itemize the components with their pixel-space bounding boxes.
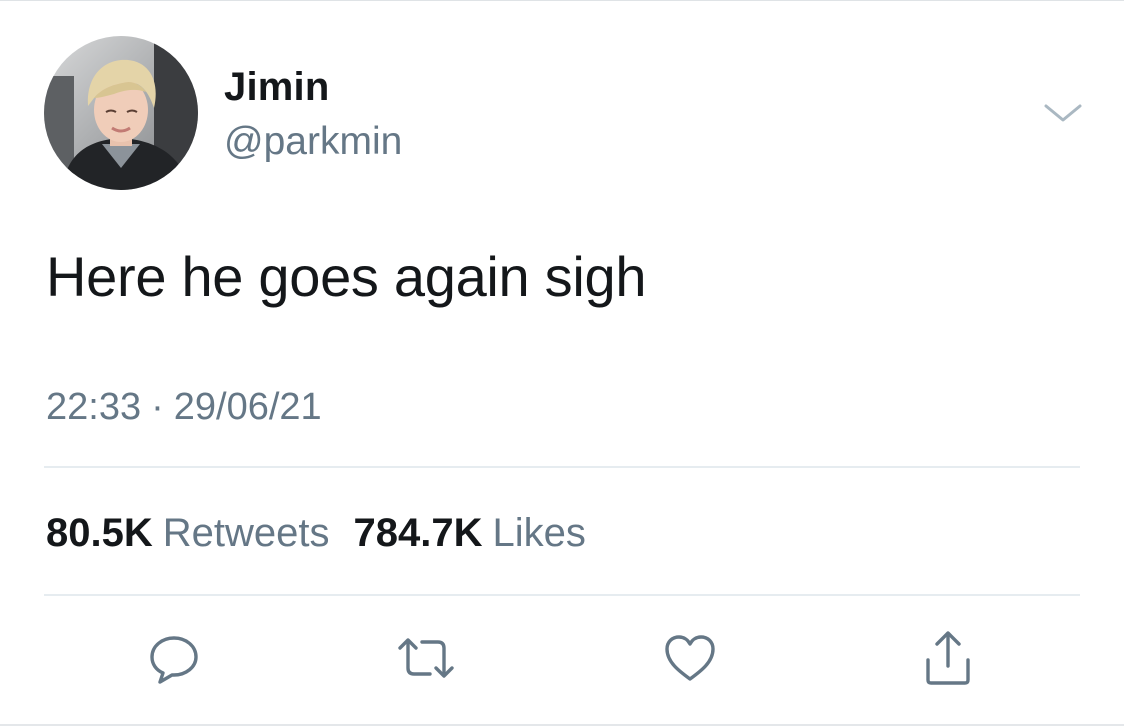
retweet-icon [396,630,456,691]
author-name[interactable]: Jimin [224,64,329,110]
likes-label: Likes [492,511,586,555]
retweet-button[interactable] [394,628,458,692]
avatar[interactable] [44,36,198,190]
reply-button[interactable] [142,628,206,692]
likes-stat[interactable]: 784.7K Likes [354,511,586,555]
tweet-card: Jimin @parkmin Here he goes again sigh 2… [0,0,1124,728]
share-icon [920,628,976,693]
chevron-down-icon[interactable] [1040,98,1086,128]
stats-divider-top [44,466,1080,468]
reply-icon [146,630,202,691]
likes-count: 784.7K [353,511,483,555]
tweet-text: Here he goes again sigh [46,245,647,308]
like-button[interactable] [658,628,722,692]
top-divider [0,0,1124,1]
retweets-stat[interactable]: 80.5K Retweets [46,511,330,555]
retweets-label: Retweets [162,511,330,555]
author-handle[interactable]: @parkmin [224,119,402,165]
tweet-timestamp[interactable]: 22:33 · 29/06/21 [46,384,322,430]
meta-separator: · [151,386,164,428]
tweet-time: 22:33 [46,386,142,428]
heart-icon [661,630,719,691]
tweet-stats: 80.5K Retweets 784.7K Likes [46,509,586,557]
stats-divider-bottom [44,594,1080,596]
bottom-divider [0,724,1124,726]
share-button[interactable] [916,628,980,692]
tweet-date: 29/06/21 [173,386,322,428]
retweets-count: 80.5K [46,511,153,555]
